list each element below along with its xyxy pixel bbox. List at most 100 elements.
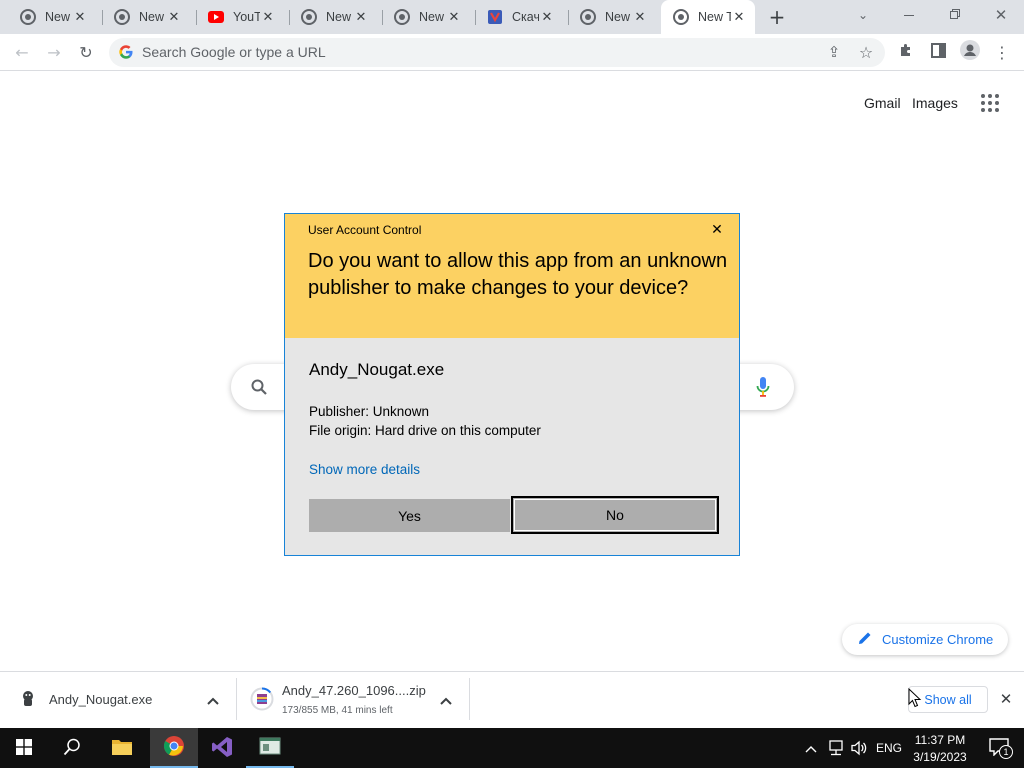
- close-icon[interactable]: ✕: [72, 9, 88, 25]
- close-icon[interactable]: ✕: [446, 9, 462, 25]
- new-tab-button[interactable]: +: [765, 5, 789, 29]
- youtube-icon: [208, 9, 224, 25]
- chevron-up-icon: [440, 693, 452, 708]
- tab-7[interactable]: New Tab ✕: [568, 0, 656, 34]
- download-separator: [469, 678, 470, 720]
- google-g-icon: [118, 44, 134, 60]
- tab-title: New Tab: [326, 10, 353, 24]
- arrow-left-icon: ←: [15, 42, 29, 62]
- tab-title: Скачать: [512, 10, 539, 24]
- tab-3[interactable]: YouTube ✕: [196, 0, 284, 34]
- close-download-shelf-button[interactable]: ✕: [996, 689, 1016, 709]
- yes-button[interactable]: Yes: [309, 499, 510, 532]
- plus-icon: +: [768, 5, 786, 29]
- chevron-down-icon: ⌄: [857, 8, 869, 22]
- chrome-icon: [114, 9, 130, 25]
- download-filename: Andy_47.260_1096....zip: [282, 683, 426, 698]
- share-icon: ⇪: [827, 43, 841, 61]
- profile-button[interactable]: [957, 39, 983, 65]
- minimize-button[interactable]: [886, 0, 932, 30]
- share-button[interactable]: ⇪: [821, 39, 847, 65]
- tab-8-active[interactable]: New Tab ✕: [661, 0, 755, 34]
- chevron-up-icon: [207, 693, 219, 708]
- notification-icon: 1: [989, 738, 1013, 759]
- folder-icon: [111, 738, 133, 759]
- taskbar-visual-studio[interactable]: [198, 728, 246, 768]
- action-center-button[interactable]: 1: [976, 728, 1024, 768]
- download-separator: [236, 678, 237, 720]
- network-icon[interactable]: [826, 738, 846, 758]
- chrome-icon: [301, 9, 317, 25]
- tab-title: New Tab: [45, 10, 72, 24]
- taskbar-search-button[interactable]: [48, 728, 96, 768]
- tab-4[interactable]: New Tab ✕: [289, 0, 377, 34]
- omnibox-placeholder: Search Google or type a URL: [142, 44, 326, 60]
- reload-button[interactable]: ↻: [73, 39, 99, 65]
- more-vert-icon: ⋮: [994, 42, 1010, 62]
- bookmark-button[interactable]: ☆: [853, 39, 879, 65]
- close-icon[interactable]: ✕: [539, 9, 555, 25]
- uac-app-name: Andy_Nougat.exe: [309, 360, 445, 379]
- pencil-icon: [858, 631, 872, 648]
- google-apps-button[interactable]: [978, 90, 1002, 114]
- close-icon[interactable]: ✕: [260, 9, 276, 25]
- language-indicator[interactable]: ENG: [876, 741, 902, 755]
- volume-icon[interactable]: [849, 738, 869, 758]
- android-app-icon: [20, 690, 36, 708]
- site-icon: [487, 9, 503, 25]
- download-filename: Andy_Nougat.exe: [49, 692, 153, 707]
- tab-6[interactable]: Скачать ✕: [475, 0, 563, 34]
- menu-button[interactable]: ⋮: [989, 39, 1015, 65]
- back-button[interactable]: ←: [9, 39, 35, 65]
- show-more-details-link[interactable]: Show more details: [309, 462, 420, 477]
- images-link[interactable]: Images: [912, 95, 958, 111]
- extensions-button[interactable]: [893, 39, 919, 65]
- customize-chrome-button[interactable]: Customize Chrome: [842, 624, 1008, 655]
- show-hidden-icons-button[interactable]: [802, 738, 820, 758]
- start-button[interactable]: [0, 728, 48, 768]
- windows-logo-icon: [16, 738, 32, 758]
- close-icon[interactable]: ✕: [731, 9, 747, 25]
- tab-2[interactable]: New Tab ✕: [102, 0, 190, 34]
- star-icon: ☆: [858, 42, 874, 62]
- tab-5[interactable]: New Tab ✕: [382, 0, 470, 34]
- side-panel-button[interactable]: [925, 39, 951, 65]
- close-icon[interactable]: ✕: [353, 9, 369, 25]
- no-button[interactable]: No: [511, 496, 719, 534]
- taskbar-chrome[interactable]: [150, 728, 198, 768]
- microphone-icon[interactable]: [755, 376, 771, 398]
- chevron-up-icon: [805, 741, 817, 756]
- uac-title: User Account Control: [308, 223, 422, 237]
- uac-dialog: User Account Control ✕ Do you want to al…: [284, 213, 740, 556]
- visual-studio-icon: [211, 736, 233, 761]
- tab-title: YouTube: [233, 10, 260, 24]
- uac-question: Do you want to allow this app from an un…: [308, 250, 728, 299]
- notification-count-badge: 1: [999, 745, 1013, 759]
- download-progress-ring: [250, 687, 274, 711]
- taskbar-file-explorer[interactable]: [98, 728, 146, 768]
- minimize-icon: [904, 14, 914, 16]
- forward-button[interactable]: →: [41, 39, 67, 65]
- close-icon[interactable]: ✕: [166, 9, 182, 25]
- close-window-button[interactable]: ✕: [978, 0, 1024, 30]
- download-menu-button[interactable]: [436, 690, 456, 710]
- restore-icon: [950, 8, 960, 23]
- uac-close-button[interactable]: ✕: [705, 220, 729, 240]
- clock-time[interactable]: 11:37 PM: [914, 733, 966, 747]
- close-icon: ✕: [994, 6, 1008, 24]
- apps-grid-icon: [978, 94, 1002, 117]
- clock-date[interactable]: 3/19/2023: [910, 750, 970, 764]
- tab-1[interactable]: New Tab ✕: [8, 0, 96, 34]
- tab-title: New Tab: [698, 10, 731, 24]
- download-menu-button[interactable]: [203, 690, 223, 710]
- taskbar-app[interactable]: [246, 728, 294, 768]
- tab-title: New Tab: [139, 10, 166, 24]
- gmail-link[interactable]: Gmail: [864, 95, 901, 111]
- chrome-icon: [163, 735, 185, 760]
- restore-button[interactable]: [932, 0, 978, 30]
- tab-search-button[interactable]: ⌄: [840, 0, 886, 30]
- download-status: 173/855 MB, 41 mins left: [282, 705, 393, 716]
- chrome-icon: [580, 9, 596, 25]
- puzzle-icon: [898, 42, 914, 62]
- close-icon[interactable]: ✕: [632, 9, 648, 25]
